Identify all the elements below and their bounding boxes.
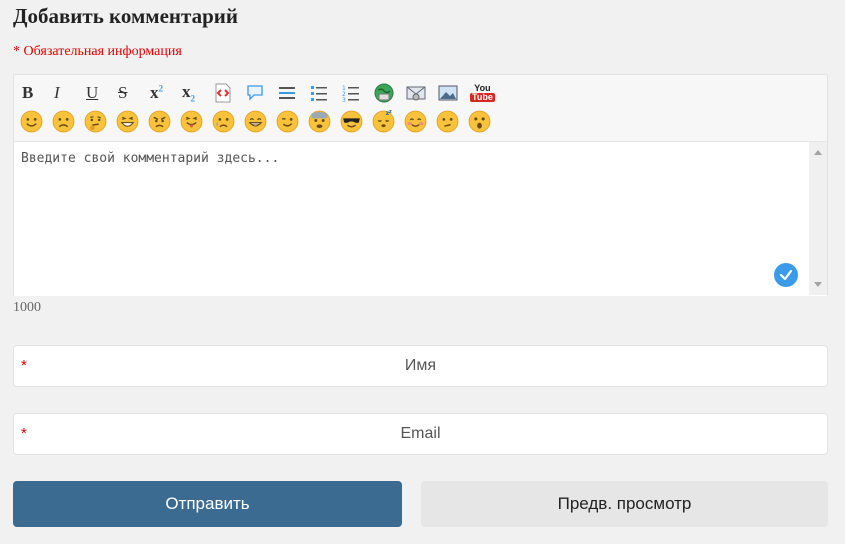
emoji-cool-icon (340, 110, 363, 132)
emoji-tongue-button[interactable] (178, 108, 210, 134)
image-icon (438, 85, 458, 101)
emoji-grin-button[interactable] (242, 108, 274, 134)
emoji-blush-icon (404, 110, 427, 132)
emoji-sad-button[interactable] (50, 108, 82, 134)
strikethrough-icon: S (118, 83, 128, 102)
svg-text:3: 3 (342, 97, 346, 102)
emoji-grin-icon (244, 110, 267, 132)
emoji-cool-button[interactable] (338, 108, 370, 134)
emoji-thinking-icon (84, 110, 107, 132)
subscript-button[interactable]: x2 (178, 80, 210, 106)
emoji-sleepy-button[interactable]: zz (370, 108, 402, 134)
emoji-unsure-button[interactable] (434, 108, 466, 134)
image-button[interactable] (434, 80, 466, 106)
emoji-sad-icon (52, 110, 75, 132)
char-counter: 1000 (13, 300, 41, 315)
formatting-row: B I U S x2 x2 1 2 3 You Tube (18, 79, 827, 107)
emoji-wink-icon (276, 110, 299, 132)
emoji-laugh-icon (116, 110, 139, 132)
globe-link-icon (374, 83, 394, 103)
scroll-up-icon[interactable] (814, 150, 822, 155)
emoji-fear-icon (308, 110, 331, 132)
code-button[interactable] (210, 80, 242, 106)
align-text-icon (279, 87, 295, 99)
italic-icon: I (54, 83, 60, 102)
emoji-fear-button[interactable] (306, 108, 338, 134)
bold-icon: B (22, 83, 34, 102)
bullet-list-button[interactable] (306, 80, 338, 106)
emoji-thinking-button[interactable] (82, 108, 114, 134)
submit-button[interactable]: Отправить (13, 481, 402, 527)
emoji-surprised-icon (468, 110, 491, 132)
align-button[interactable] (274, 80, 306, 106)
bold-button[interactable]: B (18, 80, 50, 106)
name-field-wrap: * (13, 345, 828, 387)
emoji-angry-button[interactable] (146, 108, 178, 134)
quote-button[interactable] (242, 80, 274, 106)
required-star: * (21, 357, 27, 374)
email-input[interactable] (14, 414, 827, 454)
textarea-scrollbar[interactable] (809, 142, 827, 295)
emoji-wink-button[interactable] (274, 108, 306, 134)
envelope-icon (406, 86, 426, 101)
superscript-button[interactable]: x2 (146, 80, 178, 106)
underline-button[interactable]: U (82, 80, 114, 106)
italic-button[interactable]: I (50, 80, 82, 106)
subscript-icon: x2 (182, 82, 195, 104)
emoji-laugh-button[interactable] (114, 108, 146, 134)
numbered-list-button[interactable]: 1 2 3 (338, 80, 370, 106)
checkmark-icon[interactable] (774, 263, 798, 287)
speech-bubble-icon (247, 85, 263, 101)
bullet-list-icon (311, 86, 327, 101)
numbered-list-icon: 1 2 3 (342, 85, 359, 102)
superscript-icon: x2 (150, 83, 163, 102)
youtube-button[interactable]: You Tube (466, 80, 498, 106)
required-star: * (21, 425, 27, 442)
youtube-icon: You Tube (470, 83, 495, 102)
emoji-angry-icon (148, 110, 171, 132)
preview-button[interactable]: Предв. просмотр (421, 481, 828, 527)
comment-textarea-wrap (14, 141, 827, 296)
link-button[interactable] (370, 80, 402, 106)
email-field-wrap: * (13, 413, 828, 455)
emoji-cry-icon (212, 110, 235, 132)
svg-text:z: z (389, 110, 392, 115)
emoji-tongue-icon (180, 110, 203, 132)
comment-editor: B I U S x2 x2 1 2 3 You Tube z z Введите… (13, 74, 828, 296)
emoji-smile-icon (20, 110, 43, 132)
emoji-sleepy-icon: zz (372, 110, 395, 132)
emoji-surprised-button[interactable] (466, 108, 498, 134)
emoji-smile-button[interactable] (18, 108, 50, 134)
scroll-down-icon[interactable] (814, 282, 822, 287)
emoji-cry-button[interactable] (210, 108, 242, 134)
emoji-unsure-icon (436, 110, 459, 132)
email-button[interactable] (402, 80, 434, 106)
editor-toolbar: B I U S x2 x2 1 2 3 You Tube z z (14, 75, 827, 139)
emoji-blush-button[interactable] (402, 108, 434, 134)
underline-icon: U (86, 83, 99, 102)
code-icon (215, 83, 231, 103)
emoji-row: zz (18, 107, 827, 135)
name-input[interactable] (14, 346, 827, 386)
required-note: * Обязательная информация (13, 44, 182, 59)
comment-textarea[interactable] (14, 142, 808, 295)
strikethrough-button[interactable]: S (114, 80, 146, 106)
page-title: Добавить комментарий (13, 4, 238, 28)
